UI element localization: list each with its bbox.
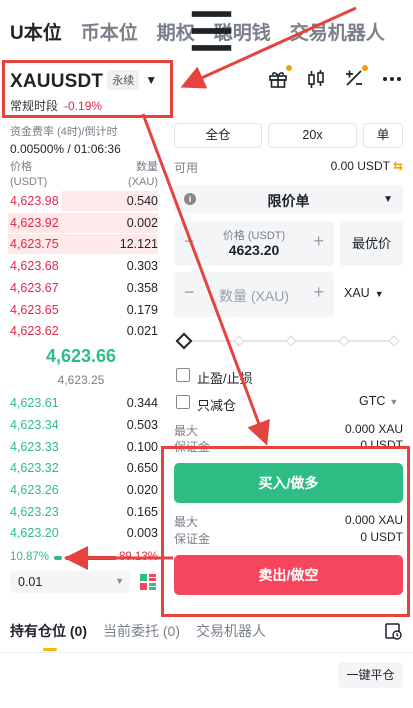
quantity-input[interactable]: − 数量 (XAU) +: [174, 272, 334, 317]
orderbook-header: 价格 (USDT) 数量 (XAU): [10, 158, 158, 188]
funding-rate[interactable]: 资金费率 (4时)/倒计时 0.00500% / 01:06:36: [10, 123, 121, 156]
sell-ratio: 89.13%: [118, 551, 158, 563]
time-in-force-select[interactable]: GTC ▼: [359, 394, 398, 408]
position-tabs: 持有仓位 (0) 当前委托 (0) 交易机器人: [10, 621, 266, 651]
gift-icon[interactable]: [267, 65, 292, 90]
price-input[interactable]: − 价格 (USDT) 4623.20 +: [174, 221, 334, 266]
funding-label: 资金费率 (4时)/倒计时: [10, 126, 118, 138]
ask-row[interactable]: 4,623.98 0.540: [0, 190, 162, 212]
slider-handle[interactable]: [175, 332, 193, 350]
bid-row[interactable]: 4,623.23 0.165: [0, 501, 162, 523]
price-increase-button[interactable]: +: [313, 231, 324, 252]
candlestick-chart-icon[interactable]: [305, 68, 327, 90]
bid-row[interactable]: 4,623.34 0.503: [0, 414, 162, 436]
order-type-select[interactable]: i 限价单 ▼: [174, 185, 403, 213]
caret-down-icon: ▼: [383, 194, 393, 205]
divider: [0, 652, 413, 653]
last-price: 4,623.66: [45, 346, 117, 366]
price-input-value[interactable]: 4623.20: [174, 242, 334, 258]
price-input-label: 价格 (USDT): [222, 230, 286, 242]
quantity-placeholder: 数量 (XAU): [219, 288, 289, 304]
margin-mode-button[interactable]: 全仓: [174, 123, 262, 148]
buy-sell-ratio: 10.87% 89.13%: [10, 551, 158, 565]
ask-row[interactable]: 4,623.67 0.358: [0, 277, 162, 299]
reduce-only-checkbox[interactable]: 只减仓: [176, 394, 326, 413]
sell-ratio-bar: [65, 556, 117, 560]
ask-row[interactable]: 4,623.68 0.303: [0, 255, 162, 277]
order-history-icon[interactable]: [384, 622, 402, 640]
close-all-positions-button[interactable]: 一键平仓: [338, 662, 403, 688]
more-options-icon[interactable]: [381, 68, 403, 90]
quantity-header[interactable]: 数量 (XAU): [128, 158, 158, 188]
active-tab-indicator: [43, 648, 57, 651]
tab-bots[interactable]: 交易机器人: [196, 621, 266, 651]
mark-price: 4,623.25: [57, 373, 105, 387]
bid-row[interactable]: 4,623.33 0.100: [0, 436, 162, 458]
funding-value: 0.00500% / 01:06:36: [10, 142, 121, 156]
position-mode-button[interactable]: 单: [363, 123, 403, 148]
tpsl-checkbox[interactable]: 止盈/止损: [176, 367, 326, 386]
available-balance: 可用 0.00 USDT ⇆: [174, 159, 403, 175]
ask-row[interactable]: 4,623.65 0.179: [0, 299, 162, 321]
last-price-block[interactable]: 4,623.66 4,623.25: [0, 346, 162, 387]
bid-row[interactable]: 4,623.32 0.650: [0, 457, 162, 479]
bid-row[interactable]: 4,623.61 0.344: [0, 392, 162, 414]
tab-open-orders[interactable]: 当前委托 (0): [103, 621, 180, 651]
quantity-unit-select[interactable]: XAU ▼: [344, 286, 384, 300]
bid-row[interactable]: 4,623.26 0.020: [0, 479, 162, 501]
buy-ratio: 10.87%: [10, 551, 50, 563]
leverage-button[interactable]: 20x: [268, 123, 357, 148]
caret-down-icon: ▼: [389, 397, 399, 407]
annotation-box-order: [161, 446, 410, 617]
transfer-icon[interactable]: ⇆: [393, 159, 403, 173]
more-menu-icon[interactable]: [0, 0, 413, 62]
available-value: 0.00 USDT: [330, 159, 390, 173]
buy-max: 最大 0.000 XAU: [174, 422, 403, 438]
buy-ratio-bar: [54, 556, 62, 560]
calculator-icon[interactable]: [343, 65, 368, 90]
ask-row[interactable]: 4,623.62 0.021: [0, 320, 162, 342]
orderbook-layout-icon[interactable]: [139, 573, 157, 591]
ask-row[interactable]: 4,623.92 0.002: [0, 212, 162, 234]
ask-row[interactable]: 4,623.75 12.121: [0, 233, 162, 255]
best-price-button[interactable]: 最优价: [340, 221, 403, 266]
bid-row[interactable]: 4,623.20 0.003: [0, 522, 162, 544]
quantity-increase-button[interactable]: +: [313, 282, 324, 303]
quantity-slider[interactable]: [175, 332, 400, 350]
annotation-box-symbol: [2, 60, 173, 118]
header-actions: [267, 65, 403, 90]
caret-down-icon: ▼: [115, 576, 124, 586]
depth-precision-select[interactable]: 0.01 ▼: [10, 571, 130, 593]
tab-positions[interactable]: 持有仓位 (0): [10, 621, 87, 651]
order-type-label: 限价单: [267, 193, 310, 209]
caret-down-icon: ▼: [374, 289, 384, 299]
